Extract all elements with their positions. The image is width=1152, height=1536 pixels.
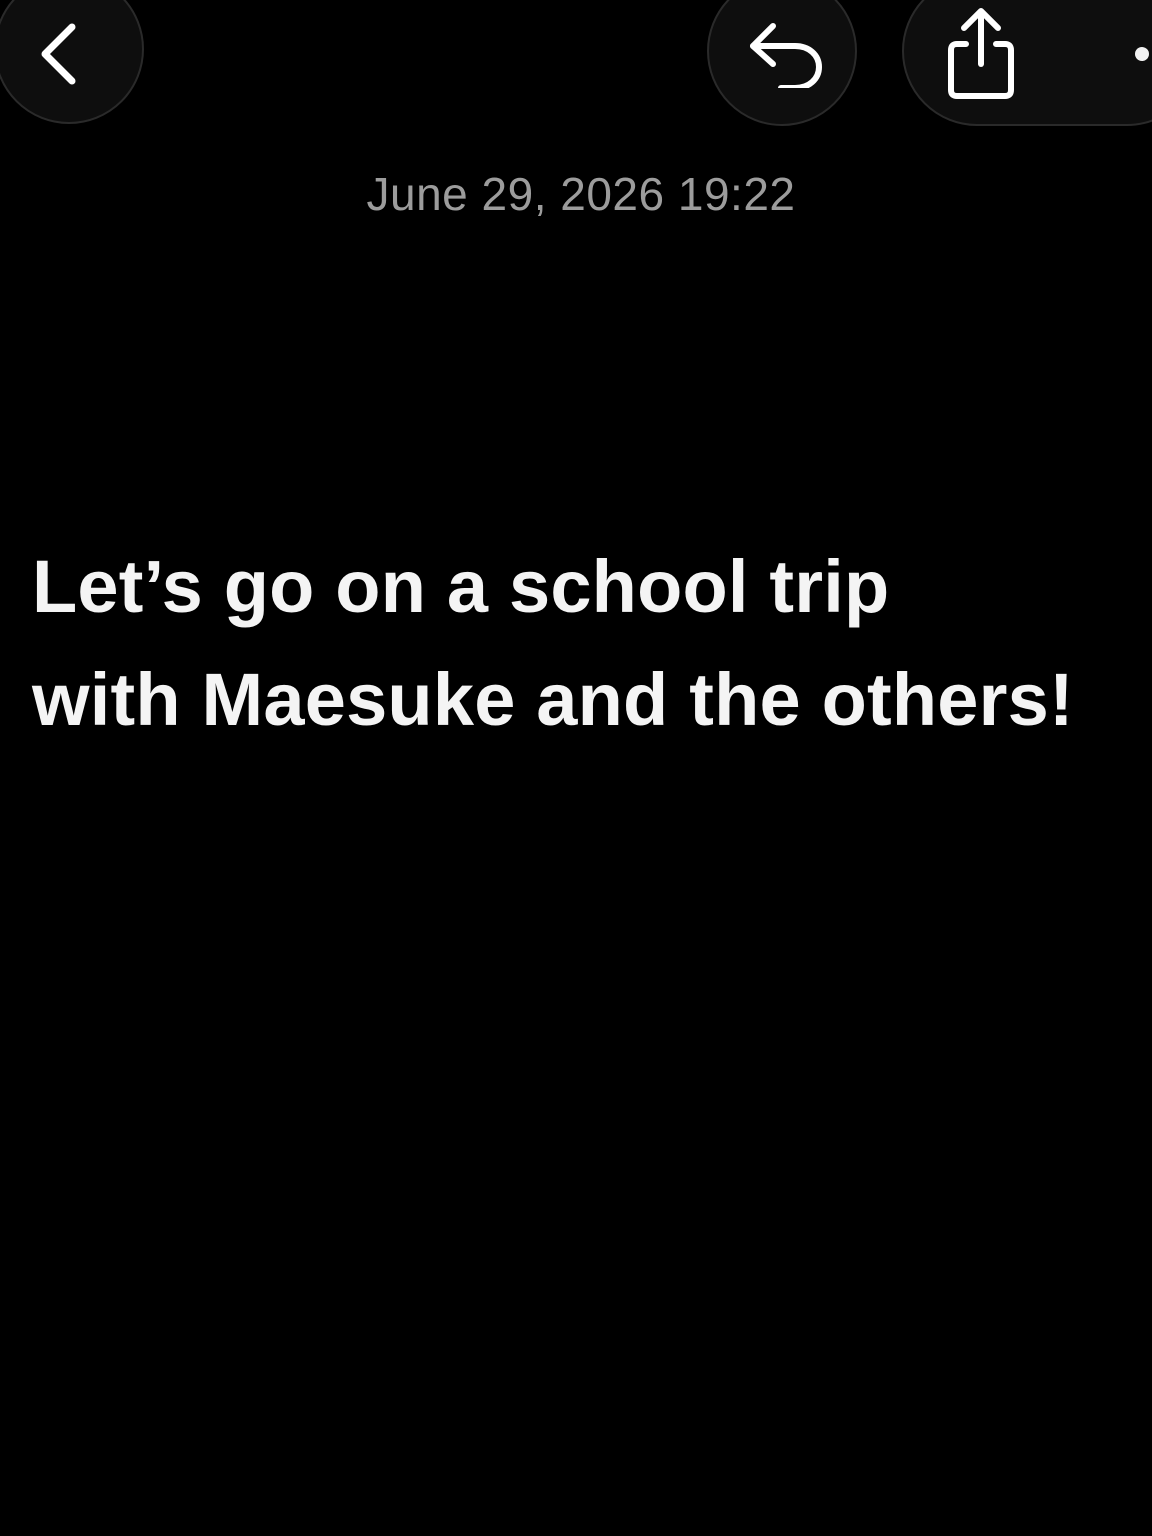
note-toolbar: [0, 0, 1152, 130]
note-line: Let’s go on a school trip: [32, 545, 890, 628]
undo-button[interactable]: [707, 0, 857, 126]
back-button[interactable]: [0, 0, 144, 124]
undo-arrow-icon: [745, 18, 825, 93]
share-icon[interactable]: [944, 6, 1018, 107]
share-more-group: [902, 0, 1152, 126]
note-timestamp: June 29, 2026 19:22: [366, 168, 796, 220]
note-body[interactable]: Let’s go on a school trip with Maesuke a…: [32, 530, 1142, 756]
note-line: with Maesuke and the others!: [32, 658, 1074, 741]
more-icon[interactable]: [1135, 47, 1149, 61]
chevron-left-icon: [36, 21, 82, 92]
